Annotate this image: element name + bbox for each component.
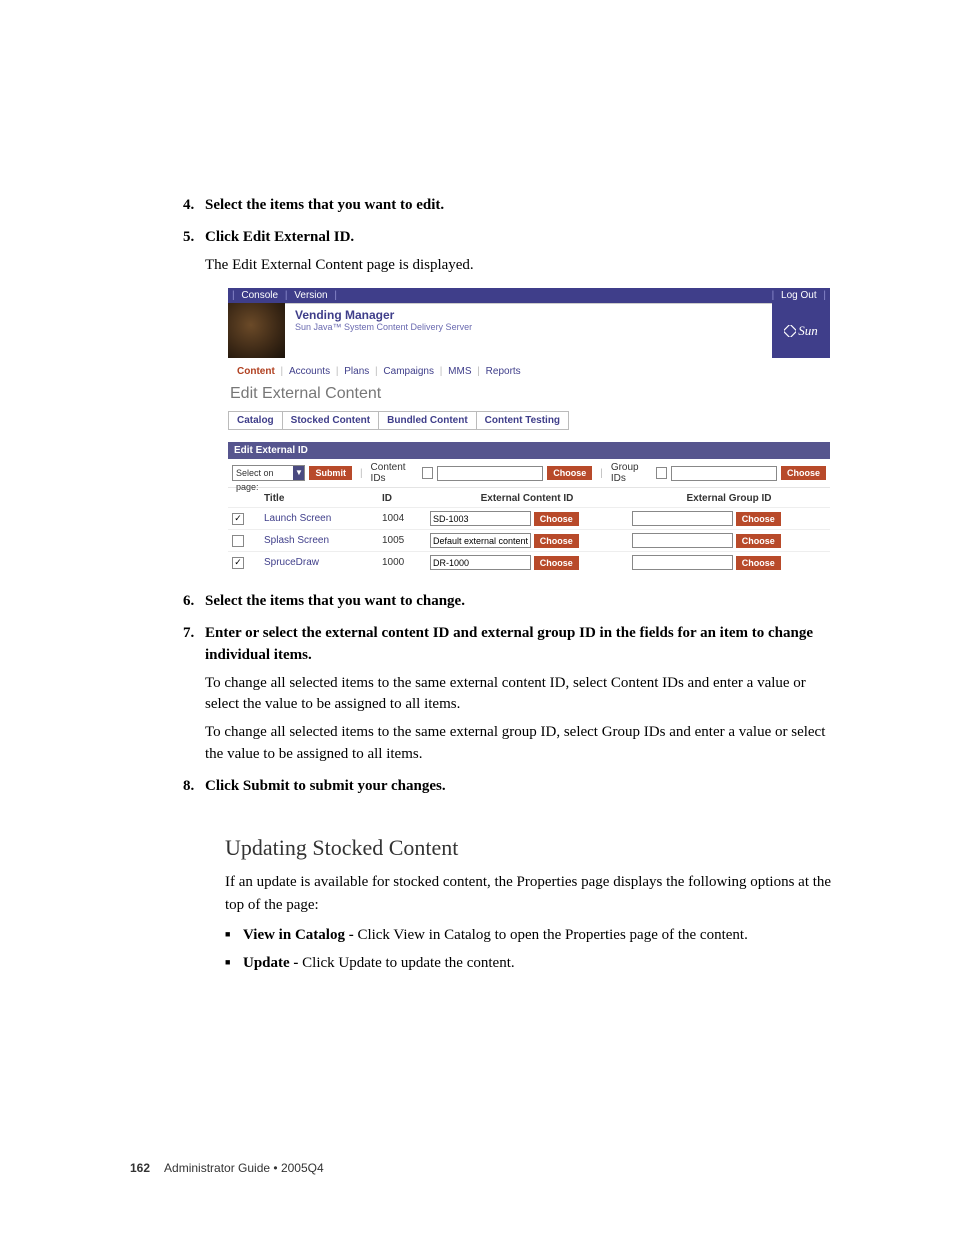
table-row: Launch Screen1004 Choose Choose (228, 508, 830, 530)
step-item: 6.Select the items that you want to chan… (205, 591, 834, 613)
ext-group-input[interactable] (632, 511, 733, 526)
content-ids-input[interactable] (437, 466, 543, 481)
group-ids-checkbox[interactable] (656, 467, 667, 479)
ss-header-image (228, 303, 285, 358)
tab-bundled-content[interactable]: Bundled Content (378, 411, 477, 430)
steps-list-b: 6.Select the items that you want to chan… (130, 591, 834, 797)
ext-content-input[interactable] (430, 555, 531, 570)
select-on-page-dropdown[interactable]: Select on page:▼ (232, 465, 305, 481)
ext-group-choose-button[interactable]: Choose (736, 534, 781, 548)
tab-content-testing[interactable]: Content Testing (476, 411, 569, 430)
ss-action-bar: Select on page:▼ Submit | Content IDs Ch… (228, 459, 830, 488)
nav-campaigns[interactable]: Campaigns (383, 366, 434, 377)
row-checkbox[interactable] (232, 535, 244, 547)
nav-accounts[interactable]: Accounts (289, 366, 330, 377)
step-item: 8.Click Submit to submit your changes. (205, 776, 834, 798)
bullet-item: Update - Click Update to update the cont… (225, 952, 834, 975)
nav-content[interactable]: Content (237, 366, 275, 377)
content-ids-checkbox[interactable] (422, 467, 433, 479)
ss-tabs: CatalogStocked ContentBundled ContentCon… (228, 411, 830, 430)
ext-content-input[interactable] (430, 511, 531, 526)
ss-logout-link[interactable]: Log Out (781, 290, 817, 301)
ss-header-title: Vending Manager Sun Java™ System Content… (285, 303, 772, 358)
ss-page-title: Edit External Content (230, 385, 830, 403)
ext-group-input[interactable] (632, 533, 733, 548)
ss-section-header: Edit External ID (228, 442, 830, 459)
ext-content-choose-button[interactable]: Choose (534, 534, 579, 548)
ss-content-table: TitleIDExternal Content IDExternal Group… (228, 488, 830, 573)
content-ids-choose-button[interactable]: Choose (547, 466, 592, 480)
row-title-link[interactable]: Splash Screen (264, 535, 329, 546)
ext-group-choose-button[interactable]: Choose (736, 512, 781, 526)
steps-list-a: 4.Select the items that you want to edit… (130, 195, 834, 276)
group-ids-label: Group IDs (611, 462, 652, 484)
ss-nav: Content | Accounts | Plans | Campaigns |… (228, 358, 830, 383)
bullet-list: View in Catalog - Click View in Catalog … (225, 924, 834, 974)
ext-content-input[interactable] (430, 533, 531, 548)
ss-topbar: | Console | Version | | Log Out | (228, 288, 830, 303)
step-item: 7.Enter or select the external content I… (205, 623, 834, 766)
section-intro: If an update is available for stocked co… (225, 871, 834, 916)
nav-mms[interactable]: MMS (448, 366, 471, 377)
step-item: 4.Select the items that you want to edit… (205, 195, 834, 217)
sun-logo: Sun (772, 303, 830, 358)
content-ids-label: Content IDs (371, 462, 419, 484)
table-row: SpruceDraw1000 Choose Choose (228, 552, 830, 574)
ss-console-link[interactable]: Console (241, 290, 278, 301)
tab-catalog[interactable]: Catalog (228, 411, 283, 430)
row-title-link[interactable]: Launch Screen (264, 513, 331, 524)
tab-stocked-content[interactable]: Stocked Content (282, 411, 379, 430)
ext-group-choose-button[interactable]: Choose (736, 556, 781, 570)
row-title-link[interactable]: SpruceDraw (264, 557, 319, 568)
row-checkbox[interactable] (232, 557, 244, 569)
submit-button[interactable]: Submit (309, 466, 352, 480)
ext-content-choose-button[interactable]: Choose (534, 556, 579, 570)
nav-plans[interactable]: Plans (344, 366, 369, 377)
ext-content-choose-button[interactable]: Choose (534, 512, 579, 526)
section-heading: Updating Stocked Content (225, 835, 834, 861)
nav-reports[interactable]: Reports (486, 366, 521, 377)
group-ids-choose-button[interactable]: Choose (781, 466, 826, 480)
row-checkbox[interactable] (232, 513, 244, 525)
ss-version-link[interactable]: Version (294, 290, 327, 301)
screenshot-edit-external-content: | Console | Version | | Log Out | Vendin… (228, 288, 830, 573)
table-row: Splash Screen1005 Choose Choose (228, 530, 830, 552)
group-ids-input[interactable] (671, 466, 777, 481)
step-item: 5.Click Edit External ID.The Edit Extern… (205, 227, 834, 277)
ext-group-input[interactable] (632, 555, 733, 570)
bullet-item: View in Catalog - Click View in Catalog … (225, 924, 834, 947)
page-footer: 162Administrator Guide • 2005Q4 (130, 1161, 324, 1175)
